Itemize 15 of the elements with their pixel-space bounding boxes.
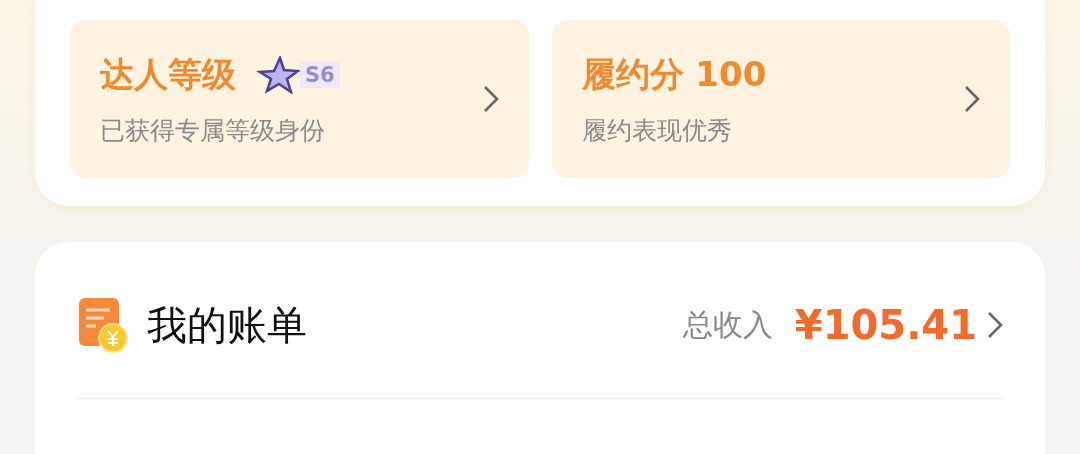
chevron-right-icon — [482, 85, 499, 113]
star-icon — [256, 55, 300, 94]
card-subtitle: 履约表现优秀 — [581, 114, 733, 147]
bill-icon — [77, 296, 129, 354]
level-badge: S6 — [300, 61, 340, 88]
card-subtitle: 已获得专属等级身份 — [100, 114, 326, 147]
card-background[interactable]: 达人等级 S6 已获得专属等级身份 — [70, 20, 529, 178]
card-title: 达人等级 — [100, 52, 236, 96]
chevron-right-icon — [987, 311, 1003, 339]
card-background[interactable]: 履约分 100 履约表现优秀 — [551, 20, 1010, 178]
total-income-label: 总收入 — [682, 305, 773, 344]
total-income-amount[interactable]: ¥105.41 — [794, 302, 977, 348]
section-title: 我的账单 — [147, 300, 308, 350]
card-title: 履约分 100 — [581, 52, 767, 96]
chevron-right-icon — [964, 85, 980, 113]
